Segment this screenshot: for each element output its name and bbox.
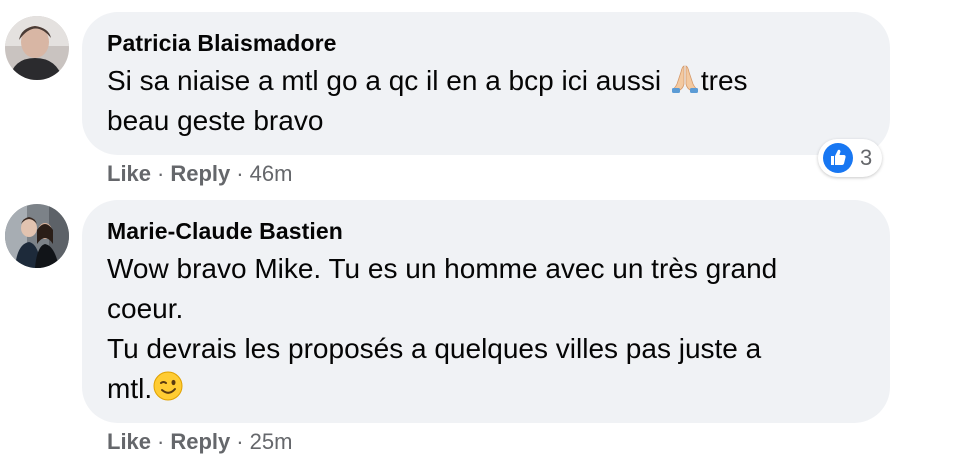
separator: · — [236, 429, 244, 454]
reaction-count: 3 — [860, 145, 873, 170]
comment-actions: Like · Reply · 46m — [107, 161, 292, 187]
comment-text: Wow bravo Mike. Tu es un homme avec un t… — [107, 249, 777, 409]
reply-button[interactable]: Reply — [170, 161, 230, 186]
comment-line: beau geste bravo — [107, 105, 324, 136]
avatar[interactable] — [5, 16, 69, 80]
winking-face-icon — [153, 371, 183, 401]
comment-line: Tu devrais les proposés a quelques ville… — [107, 333, 762, 364]
comment-timestamp[interactable]: 25m — [250, 429, 293, 454]
reaction-summary[interactable]: 3 — [818, 139, 883, 177]
comment-timestamp[interactable]: 46m — [250, 161, 293, 186]
like-button[interactable]: Like — [107, 429, 151, 454]
separator: · — [236, 161, 244, 186]
separator: · — [157, 161, 165, 186]
comment-line: Si sa niaise a mtl go a qc il en a bcp i… — [107, 65, 669, 96]
avatar[interactable] — [5, 204, 69, 268]
comment-item: Patricia Blaismadore Si sa niaise a mtl … — [0, 0, 962, 195]
comment-author[interactable]: Patricia Blaismadore — [107, 30, 337, 57]
reply-button[interactable]: Reply — [170, 429, 230, 454]
separator: · — [157, 429, 165, 454]
like-button[interactable]: Like — [107, 161, 151, 186]
comment-text: Si sa niaise a mtl go a qc il en a bcp i… — [107, 61, 748, 141]
comment-line: tres — [700, 65, 748, 96]
comment-item: Marie-Claude Bastien Wow bravo Mike. Tu … — [0, 195, 962, 466]
comment-line: mtl. — [107, 373, 153, 404]
comment-author[interactable]: Marie-Claude Bastien — [107, 218, 343, 245]
thumbs-up-icon — [823, 143, 853, 173]
comment-line: Wow bravo Mike. Tu es un homme avec un t… — [107, 253, 778, 284]
comment-actions: Like · Reply · 25m — [107, 429, 292, 455]
folded-hands-icon — [671, 65, 698, 93]
comment-line: coeur. — [107, 293, 184, 324]
